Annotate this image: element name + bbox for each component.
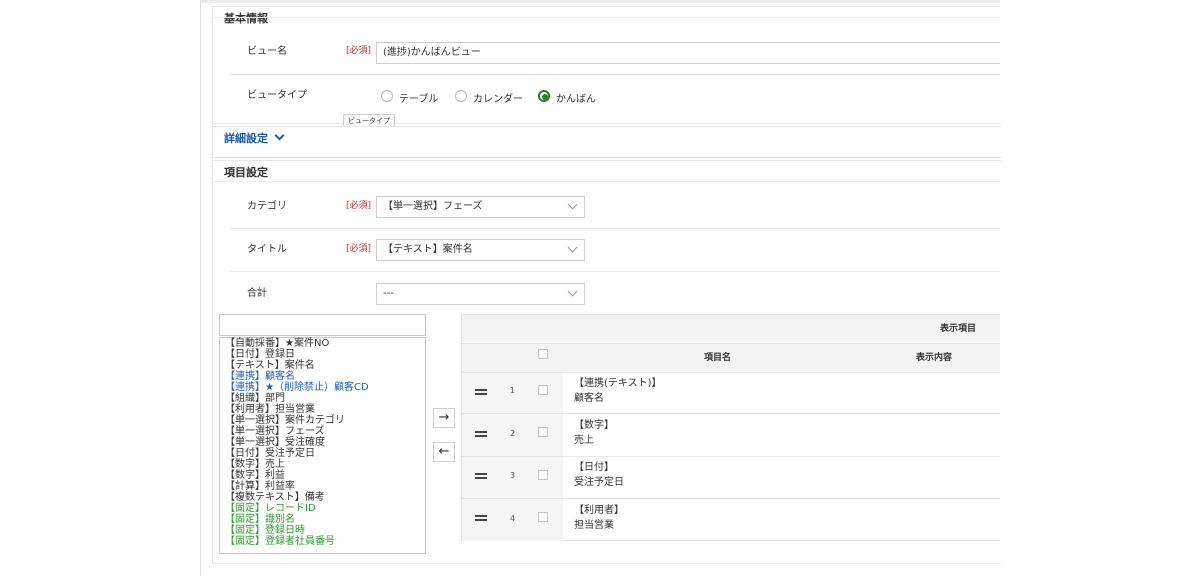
list-item[interactable]: 【日付】登録日	[220, 349, 425, 360]
category-label: カテゴリ	[247, 201, 287, 212]
basic-info-title: 基本情報	[224, 12, 268, 25]
list-item[interactable]: 【複数テキスト】備考	[220, 492, 425, 503]
list-item[interactable]: 【固定】レコードID	[220, 503, 425, 514]
total-select[interactable]: ---	[376, 283, 585, 305]
total-select-value: ---	[383, 288, 394, 299]
chevron-down-icon[interactable]	[274, 130, 284, 141]
row-item-name: 顧客名	[574, 393, 604, 404]
item-name-column-header: 項目名	[704, 353, 732, 363]
title-select[interactable]: 【テキスト】案件名	[376, 239, 585, 261]
add-field-button[interactable]: →	[433, 408, 455, 428]
row-item-type: 【連携(テキスト)】	[574, 378, 662, 389]
list-item[interactable]: 【連携】★（削除禁止）顧客CD	[220, 382, 425, 393]
view-name-input[interactable]: (進捗)かんばんビュー	[376, 42, 1000, 64]
list-item[interactable]: 【単一選択】受注確度	[220, 437, 425, 448]
divider	[230, 74, 1000, 75]
row-item-name: 受注予定日	[574, 477, 624, 488]
row-item-type: 【利用者】	[574, 505, 624, 516]
display-items-header: 表示項目	[940, 324, 977, 334]
basic-info-section	[212, 6, 1001, 124]
list-item[interactable]: 【テキスト】案件名	[220, 360, 425, 371]
list-item[interactable]: 【日付】受注予定日	[220, 448, 425, 459]
row-checkbox[interactable]	[538, 470, 548, 480]
required-badge: [必須]	[346, 201, 372, 211]
detail-settings-label[interactable]: 詳細設定	[224, 132, 268, 145]
top-bar	[200, 0, 1000, 3]
table-group-header	[462, 315, 1000, 342]
row-number: 4	[510, 514, 516, 523]
display-content-column-header: 表示内容	[916, 353, 953, 363]
title-select-value: 【テキスト】案件名	[383, 244, 473, 255]
divider	[563, 498, 1000, 499]
drag-handle-icon[interactable]	[475, 473, 487, 479]
view-type-calendar-radio[interactable]	[455, 90, 467, 102]
list-item[interactable]: 【組織】部門	[220, 393, 425, 404]
total-label: 合計	[247, 288, 267, 299]
content-left-border	[200, 0, 201, 576]
field-search-input[interactable]	[219, 314, 426, 336]
required-badge: [必須]	[346, 46, 372, 56]
arrow-right-icon: →	[438, 410, 450, 425]
divider	[563, 372, 1000, 373]
remove-field-button[interactable]: ←	[433, 442, 455, 462]
required-badge: [必須]	[346, 244, 372, 254]
list-item[interactable]: 【固定】識別名	[220, 514, 425, 525]
view-type-kanban-label[interactable]: かんばん	[556, 90, 596, 105]
view-type-label: ビュータイプ	[247, 90, 307, 101]
view-type-table-radio[interactable]	[381, 90, 393, 102]
divider	[230, 271, 1000, 272]
divider	[563, 413, 1000, 414]
drag-handle-icon[interactable]	[475, 389, 487, 395]
category-select[interactable]: 【単一選択】フェーズ	[376, 196, 585, 218]
row-number: 2	[510, 429, 516, 438]
divider	[563, 456, 1000, 457]
arrow-left-icon: ←	[438, 444, 450, 459]
row-item-type: 【日付】	[574, 462, 614, 473]
drag-handle-icon[interactable]	[475, 431, 487, 437]
detail-settings-section	[212, 126, 1001, 158]
list-item[interactable]: 【連携】顧客名	[220, 371, 425, 382]
select-all-checkbox[interactable]	[538, 349, 548, 359]
row-number: 3	[510, 471, 516, 480]
row-item-name: 担当営業	[574, 520, 614, 531]
divider	[212, 181, 1000, 182]
row-item-name: 売上	[574, 435, 594, 446]
view-type-kanban-radio[interactable]	[538, 90, 550, 102]
title-field-label: タイトル	[247, 244, 287, 255]
list-item[interactable]: 【自動採番】★案件NO	[220, 338, 425, 349]
list-item[interactable]: 【固定】登録者社員番号	[220, 536, 425, 547]
list-item[interactable]: 【単一選択】案件カテゴリ	[220, 415, 425, 426]
list-item[interactable]: 【数字】利益	[220, 470, 425, 481]
row-checkbox[interactable]	[538, 427, 548, 437]
list-item[interactable]: 【計算】利益率	[220, 481, 425, 492]
list-item[interactable]: 【単一選択】フェーズ	[220, 426, 425, 437]
category-select-value: 【単一選択】フェーズ	[383, 201, 483, 212]
view-name-label: ビュー名	[247, 46, 287, 57]
list-item[interactable]: 【利用者】担当営業	[220, 404, 425, 415]
view-type-calendar-label[interactable]: カレンダー	[473, 90, 523, 105]
item-settings-title: 項目設定	[224, 166, 268, 179]
detail-settings-toggle[interactable]: 詳細設定	[224, 130, 284, 146]
divider	[230, 228, 1000, 229]
chevron-down-icon	[567, 199, 578, 210]
chevron-down-icon	[567, 286, 578, 297]
list-item[interactable]: 【数字】売上	[220, 459, 425, 470]
row-item-type: 【数字】	[574, 420, 614, 431]
row-checkbox[interactable]	[538, 385, 548, 395]
view-type-table-label[interactable]: テーブル	[399, 90, 438, 105]
drag-handle-icon[interactable]	[475, 515, 487, 521]
available-fields-list[interactable]: 【自動採番】★案件NO 【日付】登録日 【テキスト】案件名 【連携】顧客名 【連…	[219, 337, 426, 554]
list-item[interactable]: 【固定】登録日時	[220, 525, 425, 536]
divider	[212, 17, 1000, 18]
chevron-down-icon	[567, 242, 578, 253]
row-number: 1	[510, 386, 516, 395]
row-checkbox[interactable]	[538, 512, 548, 522]
